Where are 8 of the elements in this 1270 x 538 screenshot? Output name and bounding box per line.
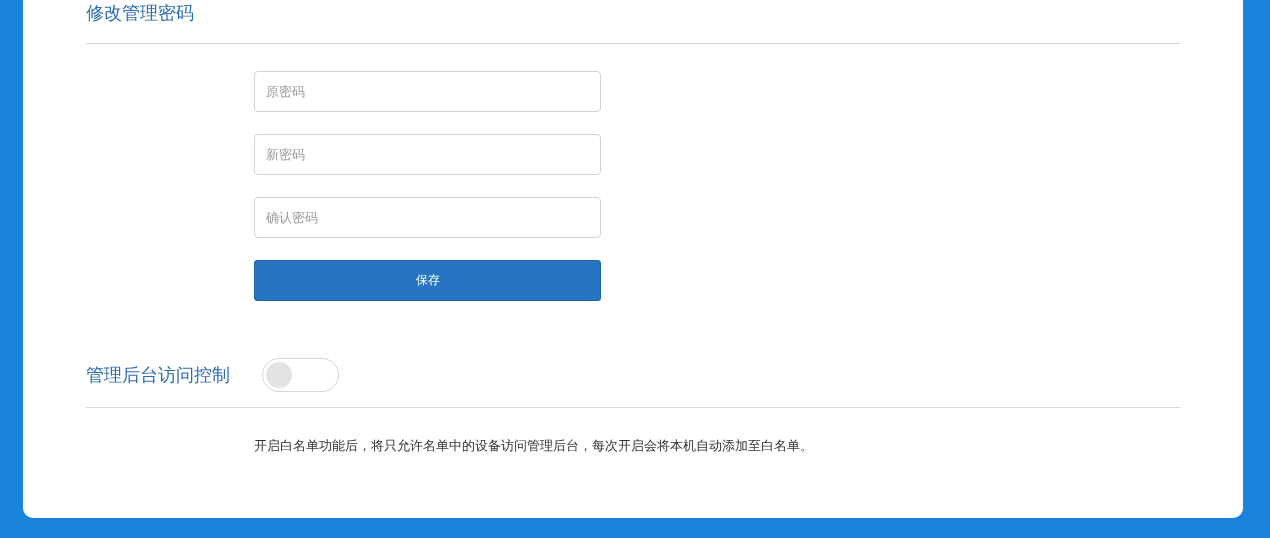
section-title: 管理后台访问控制 — [86, 363, 230, 387]
section-title: 修改管理密码 — [86, 1, 194, 25]
input-field[interactable]: 确认密码 — [254, 197, 601, 238]
input-field[interactable]: 新密码 — [254, 134, 601, 175]
description-text: 开启白名单功能后，将只允许名单中的设备访问管理后台，每次开启会将本机自动添加至白名单。 — [254, 437, 814, 455]
toggle-switch[interactable] — [262, 358, 339, 392]
input-field[interactable]: 原密码 — [254, 71, 601, 112]
save-button[interactable]: 保存 — [254, 260, 601, 301]
